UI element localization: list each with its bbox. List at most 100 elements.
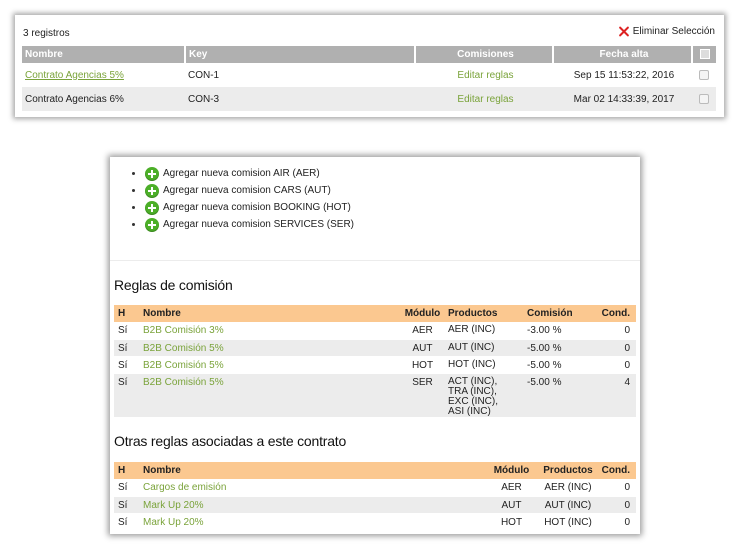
rule-products: AER (INC) bbox=[444, 322, 523, 340]
rule-name-cell: B2B Comisión 5% bbox=[139, 339, 397, 357]
table-row: Sí B2B Comisión 5% HOT HOT (INC) -5.00 %… bbox=[114, 356, 636, 374]
add-commission-services[interactable]: Agregar nueva comision SERVICES (SER) bbox=[132, 216, 354, 233]
bullet bbox=[132, 206, 135, 209]
rule-cond: 0 bbox=[597, 356, 636, 374]
bullet bbox=[132, 172, 135, 175]
col-header-name[interactable]: Nombre bbox=[22, 46, 186, 63]
table-row: Sí Mark Up 20% HOT HOT (INC) 0 bbox=[114, 513, 636, 531]
rule-h: Sí bbox=[114, 339, 139, 357]
product-line: ACT (INC), bbox=[448, 375, 498, 387]
contract-name-link-text[interactable]: Contrato Agencias 5% bbox=[25, 70, 124, 81]
record-count: 3 registros bbox=[23, 28, 70, 39]
edit-rules-cell: Editar reglas bbox=[415, 63, 553, 87]
rule-name-link[interactable]: B2B Comisión 3% bbox=[143, 325, 224, 336]
table-row: Contrato Agencias 5% CON-1 Editar reglas… bbox=[22, 63, 716, 87]
contract-name: Contrato Agencias 6% bbox=[22, 87, 185, 111]
other-rule-products: AUT (INC) bbox=[535, 496, 597, 514]
rule-cond: 0 bbox=[597, 322, 636, 340]
rules-panel: Agregar nueva comision AIR (AER) Agregar… bbox=[110, 157, 640, 534]
rule-products: ACT (INC), TRA (INC), EXC (INC), ASI (IN… bbox=[444, 373, 523, 418]
contract-date: Sep 15 11:53:22, 2016 bbox=[573, 69, 675, 81]
delete-x-icon bbox=[619, 26, 630, 37]
rule-cond: 0 bbox=[597, 339, 636, 357]
rule-commission: -5.00 % bbox=[523, 339, 597, 357]
rule-commission: -5.00 % bbox=[523, 356, 597, 374]
add-commission-cars[interactable]: Agregar nueva comision CARS (AUT) bbox=[132, 182, 354, 199]
bullet bbox=[132, 223, 135, 226]
rule-commission: -3.00 % bbox=[523, 322, 597, 340]
other-rule-module: HOT bbox=[484, 513, 535, 531]
col-header-cond: Cond. bbox=[597, 462, 636, 479]
rule-name-cell: B2B Comisión 3% bbox=[139, 322, 397, 340]
select-all-checkbox[interactable] bbox=[699, 49, 710, 60]
col-header-h: H bbox=[114, 305, 139, 322]
rule-name-link[interactable]: B2B Comisión 5% bbox=[143, 360, 224, 371]
rule-module: HOT bbox=[397, 356, 444, 374]
add-plus-icon bbox=[145, 200, 159, 215]
other-rule-h: Sí bbox=[114, 496, 139, 514]
add-commission-label: Agregar nueva comision AIR (AER) bbox=[163, 168, 320, 179]
add-commission-air[interactable]: Agregar nueva comision AIR (AER) bbox=[132, 165, 354, 182]
rule-products: AUT (INC) bbox=[444, 339, 523, 357]
delete-selection-label: Eliminar Selección bbox=[632, 26, 715, 37]
col-header-key[interactable]: Key bbox=[185, 46, 416, 63]
rule-name-cell: B2B Comisión 5% bbox=[139, 373, 397, 418]
product-line: EXC (INC), bbox=[448, 395, 498, 407]
col-header-module: Módulo bbox=[397, 305, 444, 322]
other-rule-cond: 0 bbox=[597, 513, 636, 531]
other-rule-name-link[interactable]: Mark Up 20% bbox=[143, 500, 204, 511]
col-header-module: Módulo bbox=[484, 462, 535, 479]
product-line: ASI (INC) bbox=[448, 405, 491, 417]
product-line: TRA (INC), bbox=[448, 385, 497, 397]
add-plus-icon bbox=[145, 217, 159, 232]
rule-name-link[interactable]: B2B Comisión 5% bbox=[143, 377, 224, 388]
delete-selection-button[interactable]: Eliminar Selección bbox=[619, 26, 715, 37]
other-rules-section-title: Otras reglas asociadas a este contrato bbox=[114, 433, 347, 449]
contract-name-link[interactable]: Contrato Agencias 5% bbox=[22, 63, 185, 87]
row-checkbox[interactable] bbox=[699, 93, 709, 104]
other-rule-module: AER bbox=[484, 479, 535, 497]
other-rule-name-cell: Mark Up 20% bbox=[139, 496, 484, 514]
col-header-products: Productos bbox=[535, 462, 597, 479]
other-rule-name-link[interactable]: Mark Up 20% bbox=[143, 517, 204, 528]
other-rule-name-cell: Cargos de emisión bbox=[139, 479, 484, 497]
table-row: Sí B2B Comisión 3% AER AER (INC) -3.00 %… bbox=[114, 322, 636, 340]
other-rule-cond: 0 bbox=[597, 479, 636, 497]
rules-table: H Nombre Módulo Productos Comisión Cond.… bbox=[114, 305, 636, 418]
add-commission-booking[interactable]: Agregar nueva comision BOOKING (HOT) bbox=[132, 199, 354, 216]
other-rule-name-cell: Mark Up 20% bbox=[139, 513, 484, 531]
add-commission-label: Agregar nueva comision CARS (AUT) bbox=[163, 185, 331, 196]
other-rule-name-link[interactable]: Cargos de emisión bbox=[143, 482, 226, 493]
row-select-cell bbox=[692, 87, 716, 111]
rule-cond: 4 bbox=[597, 373, 636, 418]
other-rule-cond: 0 bbox=[597, 496, 636, 514]
contracts-panel: 3 registros Eliminar Selección Nombre Ke… bbox=[15, 15, 724, 117]
other-rule-module: AUT bbox=[484, 496, 535, 514]
col-header-name: Nombre bbox=[139, 462, 484, 479]
select-all-cell bbox=[692, 46, 716, 63]
other-rule-products: HOT (INC) bbox=[535, 513, 597, 531]
rule-products: HOT (INC) bbox=[444, 356, 523, 374]
other-rule-h: Sí bbox=[114, 513, 139, 531]
row-checkbox[interactable] bbox=[699, 69, 709, 80]
rule-h: Sí bbox=[114, 356, 139, 374]
bullet bbox=[132, 189, 135, 192]
col-header-cond: Cond. bbox=[597, 305, 636, 322]
edit-rules-link[interactable]: Editar reglas bbox=[457, 70, 513, 81]
rule-name-cell: B2B Comisión 5% bbox=[139, 356, 397, 374]
rules-section-title: Reglas de comisión bbox=[114, 277, 233, 293]
table-row: Contrato Agencias 6% CON-3 Editar reglas… bbox=[22, 87, 716, 111]
contracts-table: Nombre Key Comisiones Fecha alta Contrat… bbox=[22, 46, 716, 111]
edit-rules-link[interactable]: Editar reglas bbox=[457, 94, 513, 105]
table-row: Sí B2B Comisión 5% SER ACT (INC), TRA (I… bbox=[114, 373, 636, 418]
col-header-date[interactable]: Fecha alta bbox=[553, 46, 693, 63]
other-rules-header-row: H Nombre Módulo Productos Cond. bbox=[114, 462, 636, 479]
contracts-header-row: Nombre Key Comisiones Fecha alta bbox=[22, 46, 716, 63]
table-row: Sí B2B Comisión 5% AUT AUT (INC) -5.00 %… bbox=[114, 339, 636, 357]
contract-date: Mar 02 14:33:39, 2017 bbox=[553, 87, 692, 111]
col-header-commission: Comisión bbox=[523, 305, 597, 322]
rule-name-link[interactable]: B2B Comisión 5% bbox=[143, 343, 224, 354]
rule-h: Sí bbox=[114, 322, 139, 340]
col-header-commissions[interactable]: Comisiones bbox=[415, 46, 554, 63]
col-header-h: H bbox=[114, 462, 139, 479]
